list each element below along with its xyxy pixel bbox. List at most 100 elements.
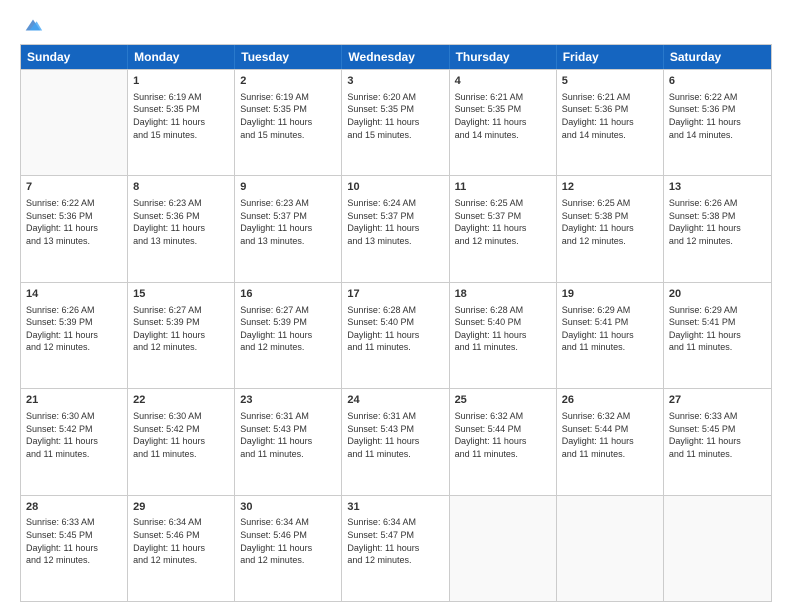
logo-icon [22, 14, 44, 36]
cell-text: Daylight: 11 hours [347, 435, 443, 448]
day-number: 29 [133, 500, 229, 515]
cell-text: Sunrise: 6:21 AM [455, 91, 551, 104]
cell-text: Sunset: 5:35 PM [133, 103, 229, 116]
cell-text: Sunrise: 6:23 AM [133, 197, 229, 210]
cell-text: Sunset: 5:37 PM [455, 210, 551, 223]
cal-cell: 8 Sunrise: 6:23 AMSunset: 5:36 PMDaylight… [128, 176, 235, 281]
day-number: 1 [133, 74, 229, 89]
cell-text: Sunset: 5:37 PM [240, 210, 336, 223]
cell-text: Sunset: 5:45 PM [669, 423, 766, 436]
cal-cell [450, 496, 557, 601]
cell-text: Daylight: 11 hours [240, 116, 336, 129]
cell-text: Sunrise: 6:19 AM [240, 91, 336, 104]
cell-text: Sunrise: 6:28 AM [455, 304, 551, 317]
cell-text: Sunset: 5:40 PM [347, 316, 443, 329]
day-number: 25 [455, 393, 551, 408]
day-number: 6 [669, 74, 766, 89]
day-number: 27 [669, 393, 766, 408]
cell-text: Daylight: 11 hours [240, 222, 336, 235]
cell-text: and 12 minutes. [26, 341, 122, 354]
day-number: 8 [133, 180, 229, 195]
cal-cell: 17Sunrise: 6:28 AMSunset: 5:40 PMDayligh… [342, 283, 449, 388]
cell-text: and 12 minutes. [133, 554, 229, 567]
day-number: 24 [347, 393, 443, 408]
cell-text: Sunrise: 6:20 AM [347, 91, 443, 104]
cell-text: Sunrise: 6:22 AM [26, 197, 122, 210]
cal-cell: 23Sunrise: 6:31 AMSunset: 5:43 PMDayligh… [235, 389, 342, 494]
cal-cell: 11Sunrise: 6:25 AMSunset: 5:37 PMDayligh… [450, 176, 557, 281]
cell-text: Sunset: 5:45 PM [26, 529, 122, 542]
cal-cell: 14Sunrise: 6:26 AMSunset: 5:39 PMDayligh… [21, 283, 128, 388]
cell-text: Sunset: 5:43 PM [347, 423, 443, 436]
day-number: 3 [347, 74, 443, 89]
cell-text: and 14 minutes. [455, 129, 551, 142]
cell-text: Daylight: 11 hours [562, 116, 658, 129]
cell-text: and 11 minutes. [562, 448, 658, 461]
cell-text: Sunset: 5:36 PM [133, 210, 229, 223]
cell-text: Sunrise: 6:23 AM [240, 197, 336, 210]
day-number: 13 [669, 180, 766, 195]
cal-cell: 29Sunrise: 6:34 AMSunset: 5:46 PMDayligh… [128, 496, 235, 601]
cell-text: Sunset: 5:46 PM [133, 529, 229, 542]
cell-text: Sunset: 5:41 PM [669, 316, 766, 329]
week-row-5: 28Sunrise: 6:33 AMSunset: 5:45 PMDayligh… [21, 495, 771, 601]
cell-text: Sunset: 5:44 PM [455, 423, 551, 436]
cell-text: and 13 minutes. [133, 235, 229, 248]
cell-text: Daylight: 11 hours [347, 222, 443, 235]
cal-cell: 25Sunrise: 6:32 AMSunset: 5:44 PMDayligh… [450, 389, 557, 494]
cell-text: Daylight: 11 hours [133, 329, 229, 342]
cal-cell: 18Sunrise: 6:28 AMSunset: 5:40 PMDayligh… [450, 283, 557, 388]
calendar: SundayMondayTuesdayWednesdayThursdayFrid… [20, 44, 772, 602]
day-number: 31 [347, 500, 443, 515]
cell-text: Sunset: 5:40 PM [455, 316, 551, 329]
cal-cell: 27Sunrise: 6:33 AMSunset: 5:45 PMDayligh… [664, 389, 771, 494]
day-header-monday: Monday [128, 45, 235, 69]
cell-text: and 13 minutes. [240, 235, 336, 248]
day-number: 10 [347, 180, 443, 195]
cell-text: and 13 minutes. [26, 235, 122, 248]
cell-text: Sunset: 5:36 PM [669, 103, 766, 116]
cell-text: Sunset: 5:35 PM [455, 103, 551, 116]
cal-cell [21, 70, 128, 175]
cell-text: and 12 minutes. [562, 235, 658, 248]
logo [20, 18, 44, 36]
day-number: 21 [26, 393, 122, 408]
cal-cell: 22Sunrise: 6:30 AMSunset: 5:42 PMDayligh… [128, 389, 235, 494]
cell-text: Sunrise: 6:19 AM [133, 91, 229, 104]
cal-cell [557, 496, 664, 601]
week-row-2: 7Sunrise: 6:22 AMSunset: 5:36 PMDaylight… [21, 175, 771, 281]
cell-text: Daylight: 11 hours [240, 329, 336, 342]
day-number: 15 [133, 287, 229, 302]
cal-cell: 6Sunrise: 6:22 AMSunset: 5:36 PMDaylight… [664, 70, 771, 175]
cell-text: Sunset: 5:36 PM [562, 103, 658, 116]
day-number: 4 [455, 74, 551, 89]
cell-text: Daylight: 11 hours [133, 116, 229, 129]
cell-text: Sunrise: 6:31 AM [240, 410, 336, 423]
cell-text: Daylight: 11 hours [562, 435, 658, 448]
cell-text: and 14 minutes. [669, 129, 766, 142]
cal-cell: 9Sunrise: 6:23 AMSunset: 5:37 PMDaylight… [235, 176, 342, 281]
day-number: 14 [26, 287, 122, 302]
cell-text: Daylight: 11 hours [133, 222, 229, 235]
cell-text: and 15 minutes. [133, 129, 229, 142]
cal-cell: 5Sunrise: 6:21 AMSunset: 5:36 PMDaylight… [557, 70, 664, 175]
cell-text: Daylight: 11 hours [26, 329, 122, 342]
cell-text: and 15 minutes. [347, 129, 443, 142]
cell-text: and 12 minutes. [455, 235, 551, 248]
day-number: 11 [455, 180, 551, 195]
cell-text: Sunrise: 6:34 AM [240, 516, 336, 529]
day-number: 26 [562, 393, 658, 408]
cell-text: Sunset: 5:44 PM [562, 423, 658, 436]
cell-text: Sunrise: 6:22 AM [669, 91, 766, 104]
day-header-thursday: Thursday [450, 45, 557, 69]
calendar-header: SundayMondayTuesdayWednesdayThursdayFrid… [21, 45, 771, 69]
day-number: 28 [26, 500, 122, 515]
cell-text: and 11 minutes. [669, 448, 766, 461]
cal-cell: 26Sunrise: 6:32 AMSunset: 5:44 PMDayligh… [557, 389, 664, 494]
cell-text: Sunset: 5:39 PM [26, 316, 122, 329]
cell-text: Sunrise: 6:21 AM [562, 91, 658, 104]
cell-text: Daylight: 11 hours [562, 222, 658, 235]
cell-text: Daylight: 11 hours [669, 435, 766, 448]
day-header-tuesday: Tuesday [235, 45, 342, 69]
cal-cell: 30Sunrise: 6:34 AMSunset: 5:46 PMDayligh… [235, 496, 342, 601]
